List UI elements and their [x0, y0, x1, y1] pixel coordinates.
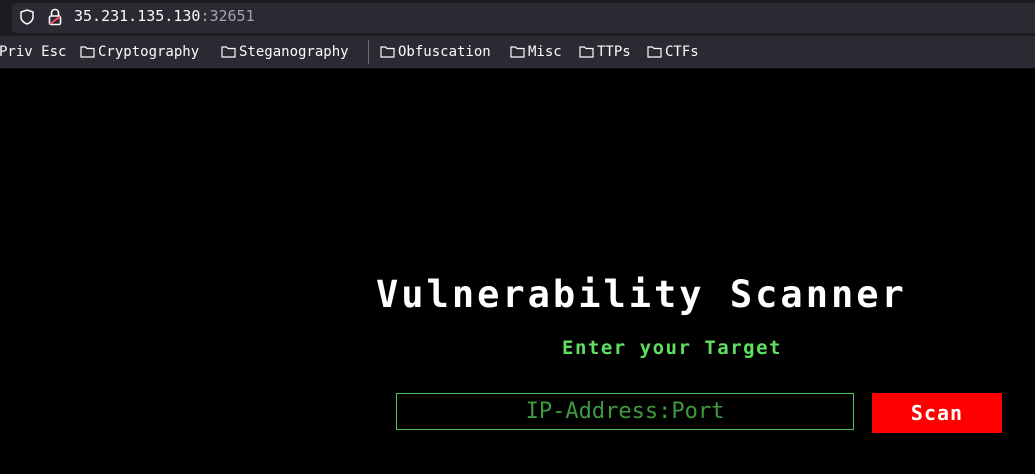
target-input[interactable] [396, 393, 854, 430]
bookmark-label: Steganography [239, 44, 349, 60]
bookmark-label: CTFs [665, 44, 699, 60]
shield-icon[interactable] [20, 9, 34, 25]
browser-toolbar: 35.231.135.130:32651 [0, 0, 1035, 36]
url-port: :32651 [200, 7, 255, 25]
lock-icon[interactable] [48, 8, 62, 26]
bookmark-label: TTPs [597, 44, 631, 60]
bookmarks-separator [368, 40, 369, 64]
page-content: Vulnerability Scanner Enter your Target … [0, 69, 1035, 474]
bookmark-label: Cryptography [98, 44, 200, 60]
bookmark-priv-esc[interactable]: Priv Esc [0, 43, 66, 61]
url-text[interactable]: 35.231.135.130:32651 [74, 6, 255, 26]
folder-icon [579, 46, 594, 58]
url-bar[interactable]: 35.231.135.130:32651 [12, 3, 1035, 33]
folder-icon [647, 46, 662, 58]
bookmark-label: Obfuscation [398, 44, 491, 60]
bookmark-label: Priv Esc [0, 44, 67, 60]
bookmark-label: Misc [528, 44, 562, 60]
folder-icon [510, 46, 525, 58]
folder-icon [221, 46, 236, 58]
folder-icon [80, 46, 95, 58]
page-title: Vulnerability Scanner [376, 273, 907, 316]
scan-button[interactable]: Scan [872, 393, 1002, 433]
bookmarks-toolbar: Priv Esc Cryptography Steganography Obfu… [0, 36, 1035, 69]
folder-icon [380, 46, 395, 58]
url-host: 35.231.135.130 [74, 7, 201, 25]
page-subtitle: Enter your Target [562, 337, 782, 359]
